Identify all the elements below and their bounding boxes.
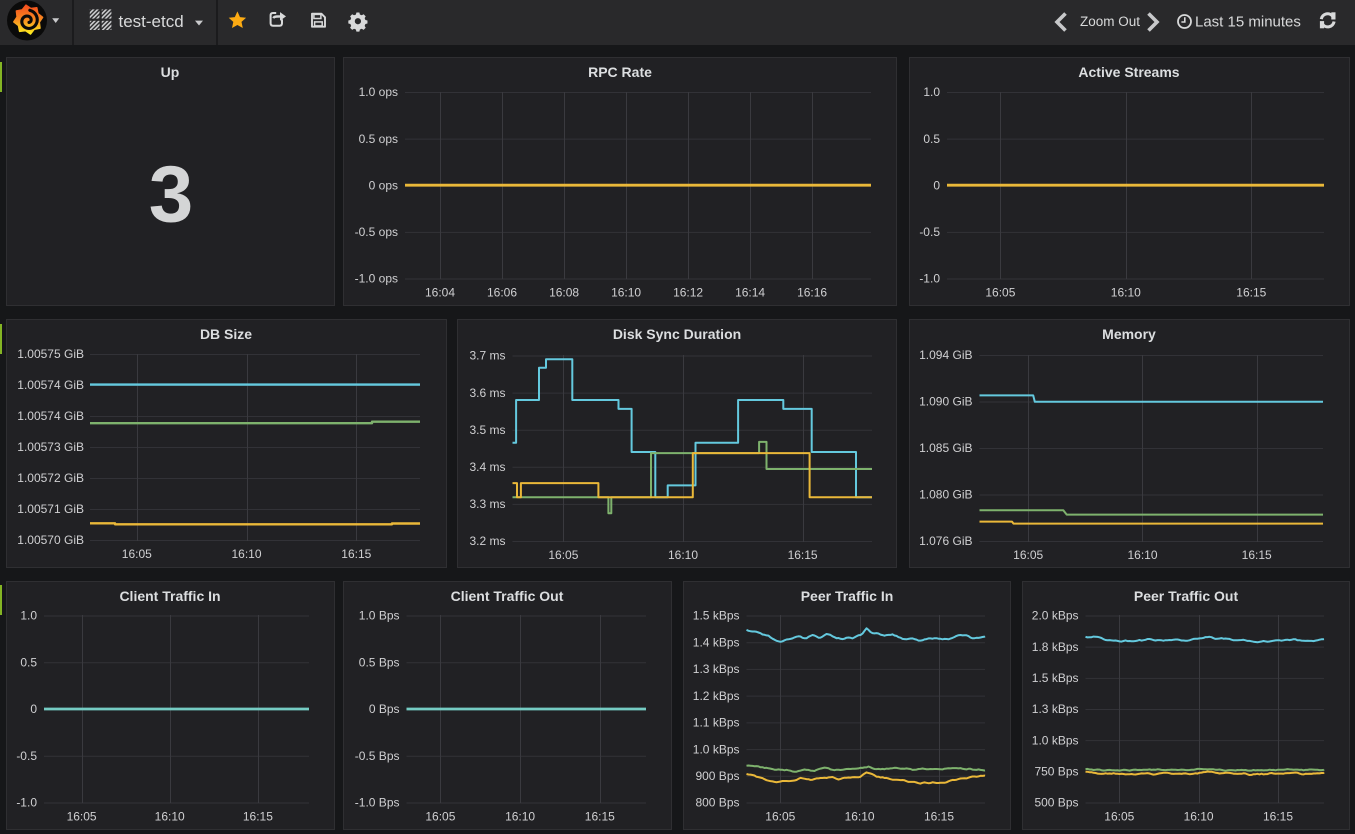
svg-text:16:04: 16:04 [425, 286, 455, 300]
svg-text:1.080 GiB: 1.080 GiB [919, 488, 972, 502]
svg-text:1.0: 1.0 [20, 609, 37, 623]
svg-text:3.7 ms: 3.7 ms [469, 349, 505, 363]
svg-text:Memory: Memory [1102, 326, 1156, 342]
svg-text:1.00575 GiB: 1.00575 GiB [17, 347, 84, 361]
svg-text:-1.0: -1.0 [919, 272, 940, 286]
svg-text:-0.5 Bps: -0.5 Bps [355, 749, 400, 763]
svg-text:1.5 kBps: 1.5 kBps [1032, 671, 1079, 685]
svg-text:16:10: 16:10 [505, 810, 535, 824]
svg-text:-0.5 ops: -0.5 ops [355, 225, 398, 239]
svg-text:16:10: 16:10 [1127, 548, 1157, 562]
svg-text:16:15: 16:15 [341, 547, 371, 561]
svg-text:16:06: 16:06 [487, 286, 517, 300]
svg-text:1.00573 GiB: 1.00573 GiB [17, 440, 84, 454]
svg-text:16:10: 16:10 [155, 810, 185, 824]
svg-text:1.00570 GiB: 1.00570 GiB [17, 533, 84, 547]
svg-text:3: 3 [149, 150, 194, 239]
svg-text:16:05: 16:05 [1104, 810, 1134, 824]
svg-text:Up: Up [161, 64, 180, 80]
svg-text:Peer Traffic Out: Peer Traffic Out [1134, 588, 1239, 604]
svg-text:16:15: 16:15 [243, 810, 273, 824]
svg-text:1.5 kBps: 1.5 kBps [693, 609, 740, 623]
svg-text:800 Bps: 800 Bps [695, 796, 739, 810]
svg-text:Disk Sync Duration: Disk Sync Duration [613, 326, 741, 342]
svg-text:16:05: 16:05 [985, 286, 1015, 300]
svg-text:1.076 GiB: 1.076 GiB [919, 534, 972, 548]
svg-text:16:05: 16:05 [122, 547, 152, 561]
svg-text:0 ops: 0 ops [369, 178, 398, 192]
svg-text:1.0 Bps: 1.0 Bps [359, 609, 400, 623]
svg-text:RPC Rate: RPC Rate [588, 64, 652, 80]
svg-text:1.3 kBps: 1.3 kBps [693, 662, 740, 676]
svg-text:16:14: 16:14 [735, 286, 765, 300]
svg-text:1.1 kBps: 1.1 kBps [693, 716, 740, 730]
svg-text:16:16: 16:16 [797, 286, 827, 300]
svg-text:1.085 GiB: 1.085 GiB [919, 441, 972, 455]
svg-text:16:08: 16:08 [549, 286, 579, 300]
svg-text:16:12: 16:12 [673, 286, 703, 300]
svg-text:Client Traffic In: Client Traffic In [119, 588, 220, 604]
svg-text:Zoom Out: Zoom Out [1080, 14, 1140, 29]
svg-text:16:15: 16:15 [585, 810, 615, 824]
svg-text:1.0 ops: 1.0 ops [359, 85, 398, 99]
svg-text:16:15: 16:15 [1263, 810, 1293, 824]
svg-text:1.3 kBps: 1.3 kBps [1032, 702, 1079, 716]
svg-text:1.4 kBps: 1.4 kBps [693, 635, 740, 649]
svg-text:750 Bps: 750 Bps [1034, 765, 1078, 779]
svg-text:-1.0 Bps: -1.0 Bps [355, 796, 400, 810]
svg-text:16:10: 16:10 [231, 547, 261, 561]
svg-text:-1.0: -1.0 [16, 796, 37, 810]
svg-text:1.0 kBps: 1.0 kBps [693, 742, 740, 756]
svg-text:16:15: 16:15 [1236, 286, 1266, 300]
svg-text:0 Bps: 0 Bps [369, 702, 400, 716]
svg-text:Peer Traffic In: Peer Traffic In [801, 588, 894, 604]
svg-text:1.0: 1.0 [923, 85, 940, 99]
svg-text:Client Traffic Out: Client Traffic Out [451, 588, 564, 604]
svg-text:0: 0 [933, 178, 940, 192]
svg-text:16:05: 16:05 [67, 810, 97, 824]
svg-text:16:10: 16:10 [845, 810, 875, 824]
svg-text:0.5: 0.5 [923, 132, 940, 146]
svg-text:16:05: 16:05 [1013, 548, 1043, 562]
svg-text:16:15: 16:15 [788, 548, 818, 562]
svg-text:3.3 ms: 3.3 ms [469, 497, 505, 511]
svg-text:16:10: 16:10 [668, 548, 698, 562]
svg-text:500 Bps: 500 Bps [1034, 796, 1078, 810]
svg-text:0.5: 0.5 [20, 656, 37, 670]
svg-text:1.00574 GiB: 1.00574 GiB [17, 409, 84, 423]
svg-text:1.094 GiB: 1.094 GiB [919, 348, 972, 362]
svg-text:16:15: 16:15 [924, 810, 954, 824]
svg-text:1.2 kBps: 1.2 kBps [693, 689, 740, 703]
svg-text:900 Bps: 900 Bps [695, 769, 739, 783]
svg-text:3.2 ms: 3.2 ms [469, 534, 505, 548]
svg-text:3.4 ms: 3.4 ms [469, 460, 505, 474]
svg-text:3.5 ms: 3.5 ms [469, 423, 505, 437]
svg-text:test-etcd: test-etcd [119, 12, 184, 31]
svg-text:16:05: 16:05 [425, 810, 455, 824]
svg-text:-1.0 ops: -1.0 ops [355, 272, 398, 286]
svg-text:DB Size: DB Size [200, 326, 252, 342]
svg-text:0: 0 [30, 702, 37, 716]
svg-text:1.0 kBps: 1.0 kBps [1032, 733, 1079, 747]
svg-text:1.8 kBps: 1.8 kBps [1032, 640, 1079, 654]
svg-text:1.090 GiB: 1.090 GiB [919, 395, 972, 409]
svg-text:2.0 kBps: 2.0 kBps [1032, 609, 1079, 623]
svg-text:16:05: 16:05 [548, 548, 578, 562]
svg-text:0.5 ops: 0.5 ops [359, 132, 398, 146]
svg-text:0.5 Bps: 0.5 Bps [359, 656, 400, 670]
svg-text:Last 15 minutes: Last 15 minutes [1195, 14, 1301, 31]
svg-text:3.6 ms: 3.6 ms [469, 386, 505, 400]
svg-text:16:10: 16:10 [1111, 286, 1141, 300]
svg-text:1.00572 GiB: 1.00572 GiB [17, 471, 84, 485]
svg-text:16:10: 16:10 [1184, 810, 1214, 824]
svg-text:-0.5: -0.5 [919, 225, 940, 239]
svg-text:16:15: 16:15 [1242, 548, 1272, 562]
svg-text:16:05: 16:05 [765, 810, 795, 824]
svg-text:16:10: 16:10 [611, 286, 641, 300]
svg-text:-0.5: -0.5 [16, 749, 37, 763]
svg-text:Active Streams: Active Streams [1078, 64, 1179, 80]
svg-text:1.00571 GiB: 1.00571 GiB [17, 502, 84, 516]
svg-text:1.00574 GiB: 1.00574 GiB [17, 378, 84, 392]
